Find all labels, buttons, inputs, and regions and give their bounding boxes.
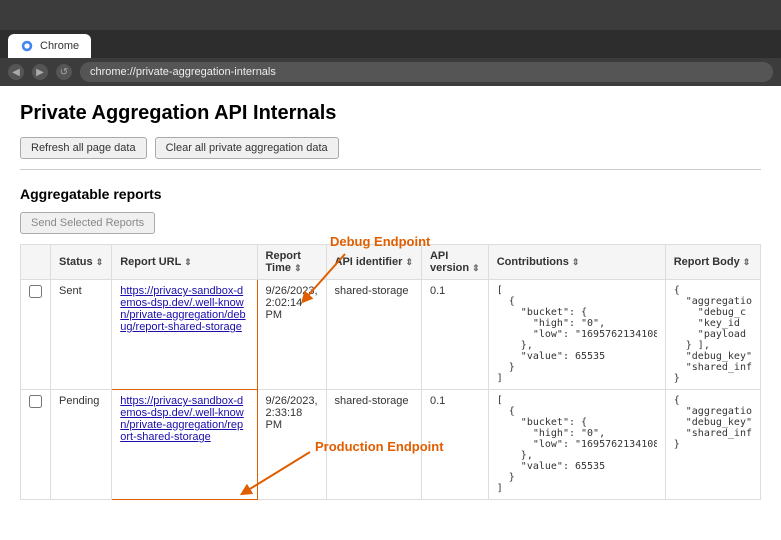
table-header-row: Status ⇕ Report URL ⇕ ReportTime ⇕ API i… — [21, 245, 761, 280]
row1-body-json: { "aggregatio "debug_c "key_id "payload … — [674, 285, 752, 384]
reload-button[interactable]: ↺ — [56, 64, 72, 80]
col-status: Status ⇕ — [51, 245, 112, 280]
debug-endpoint-annotation: Debug Endpoint — [330, 234, 430, 249]
reload-icon: ↺ — [60, 67, 68, 78]
row1-url[interactable]: https://privacy-sandbox-demos-dsp.dev/.w… — [112, 280, 257, 390]
row2-body-json: { "aggregatio "debug_key" "shared_inf } — [674, 395, 752, 450]
clear-button[interactable]: Clear all private aggregation data — [155, 137, 339, 159]
page-content: Private Aggregation API Internals Refres… — [0, 86, 781, 516]
col-api-version: APIversion ⇕ — [421, 245, 488, 280]
chrome-tab-bar: Chrome — [0, 30, 781, 58]
chrome-top-bar — [0, 0, 781, 30]
tab-label: Chrome — [40, 40, 79, 52]
top-buttons: Refresh all page data Clear all private … — [20, 137, 761, 170]
col-contributions: Contributions ⇕ — [488, 245, 665, 280]
chrome-address-bar: ◀ ▶ ↺ — [0, 58, 781, 86]
send-selected-button[interactable]: Send Selected Reports — [20, 212, 155, 234]
col-report-url: Report URL ⇕ — [112, 245, 257, 280]
chrome-tab[interactable]: Chrome — [8, 34, 91, 58]
row1-checkbox-cell — [21, 280, 51, 390]
production-endpoint-annotation: Production Endpoint — [315, 439, 444, 454]
chrome-icon — [20, 39, 34, 53]
row2-checkbox-cell — [21, 390, 51, 500]
col-checkbox — [21, 245, 51, 280]
row1-contributions: [ { "bucket": { "high": "0", "low": "169… — [488, 280, 665, 390]
row1-contributions-json: [ { "bucket": { "high": "0", "low": "169… — [497, 285, 657, 384]
row1-api-version: 0.1 — [421, 280, 488, 390]
row2-status: Pending — [51, 390, 112, 500]
refresh-button[interactable]: Refresh all page data — [20, 137, 147, 159]
row2-contributions: [ { "bucket": { "high": "0", "low": "169… — [488, 390, 665, 500]
section-title: Aggregatable reports — [20, 186, 761, 202]
row1-checkbox[interactable] — [29, 285, 42, 298]
aggregatable-reports-table: Status ⇕ Report URL ⇕ ReportTime ⇕ API i… — [20, 244, 761, 500]
address-bar[interactable] — [80, 62, 773, 82]
table-wrapper: Debug Endpoint Production Endpoint — [20, 244, 761, 500]
back-button[interactable]: ◀ — [8, 64, 24, 80]
back-icon: ◀ — [12, 67, 20, 78]
table-row: Sent https://privacy-sandbox-demos-dsp.d… — [21, 280, 761, 390]
row2-checkbox[interactable] — [29, 395, 42, 408]
production-arrow — [230, 442, 330, 502]
row1-report-body: { "aggregatio "debug_c "key_id "payload … — [665, 280, 760, 390]
row1-status: Sent — [51, 280, 112, 390]
debug-arrow — [285, 249, 365, 309]
row2-contributions-json: [ { "bucket": { "high": "0", "low": "169… — [497, 395, 657, 494]
row2-report-body: { "aggregatio "debug_key" "shared_inf } — [665, 390, 760, 500]
col-report-body: Report Body ⇕ — [665, 245, 760, 280]
forward-icon: ▶ — [36, 67, 44, 78]
forward-button[interactable]: ▶ — [32, 64, 48, 80]
page-title: Private Aggregation API Internals — [20, 102, 761, 125]
